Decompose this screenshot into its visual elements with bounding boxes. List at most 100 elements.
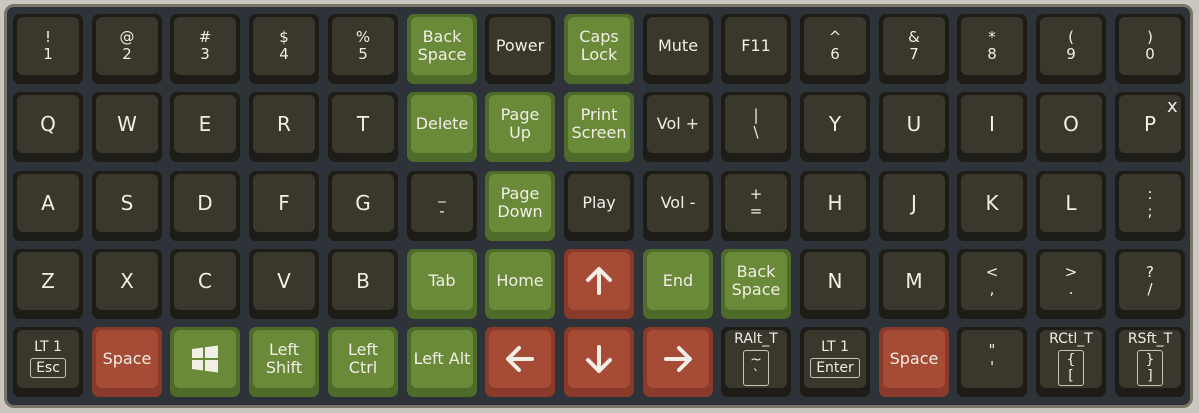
key-cap: Vol + — [647, 95, 709, 153]
key-a[interactable]: A — [13, 171, 83, 241]
key-label: * — [988, 28, 996, 47]
key-r2c9[interactable]: + = — [721, 171, 791, 241]
key-d[interactable]: D — [170, 171, 240, 241]
key-h[interactable]: H — [800, 171, 870, 241]
key-label: - — [439, 202, 445, 220]
key-space[interactable]: Space — [92, 327, 162, 397]
key-back-space[interactable]: Back Space — [721, 249, 791, 319]
key-cap: | \ — [725, 95, 787, 153]
key-arrow-up[interactable] — [564, 249, 634, 319]
key-k[interactable]: K — [957, 171, 1027, 241]
key-arrow-right[interactable] — [643, 327, 713, 397]
key-w[interactable]: W — [92, 92, 162, 162]
key-mute[interactable]: Mute — [643, 14, 713, 84]
key-label: ^ — [828, 28, 842, 47]
key-home[interactable]: Home — [485, 249, 555, 319]
key-left-alt[interactable]: Left Alt — [407, 327, 477, 397]
key-g[interactable]: G — [328, 171, 398, 241]
key-label: Shift — [265, 358, 303, 377]
key-caps-lock[interactable]: Caps Lock — [564, 14, 634, 84]
key-vol[interactable]: Vol - — [643, 171, 713, 241]
key-f11[interactable]: F11 — [721, 14, 791, 84]
key-r2c14[interactable]: :; — [1115, 171, 1185, 241]
key-cap: Y — [804, 95, 866, 153]
key-left-shift[interactable]: Left Shift — [249, 327, 319, 397]
key-cap: D — [174, 174, 236, 232]
key-j[interactable]: J — [879, 171, 949, 241]
key-power[interactable]: Power — [485, 14, 555, 84]
key-6[interactable]: ^ 6 — [800, 14, 870, 84]
key-label: Screen — [571, 123, 627, 142]
key-cap: B — [332, 252, 394, 310]
key-arrow-left[interactable] — [485, 327, 555, 397]
key-page-up[interactable]: Page Up — [485, 92, 555, 162]
key-9[interactable]: (9 — [1036, 14, 1106, 84]
key-back-space[interactable]: Back Space — [407, 14, 477, 84]
key-b[interactable]: B — [328, 249, 398, 319]
key-label: M — [905, 268, 923, 293]
key-8[interactable]: * 8 — [957, 14, 1027, 84]
key-ralt-t[interactable]: RAlt_T ~ ` — [721, 327, 791, 397]
key-label: Caps — [579, 27, 619, 47]
key-f[interactable]: F — [249, 171, 319, 241]
key-z[interactable]: Z — [13, 249, 83, 319]
key-cap — [568, 252, 630, 310]
key-s[interactable]: S — [92, 171, 162, 241]
key-lt-1-enter[interactable]: LT 1 Enter — [800, 327, 870, 397]
key-cap: Back Space — [725, 252, 787, 310]
key-label: Power — [495, 36, 545, 56]
key-7[interactable]: & 7 — [879, 14, 949, 84]
key-u[interactable]: U — [879, 92, 949, 162]
key-r1c9[interactable]: | \ — [721, 92, 791, 162]
key-4[interactable]: $4 — [249, 14, 319, 84]
key-arrow-down[interactable] — [564, 327, 634, 397]
key-label: 8 — [987, 45, 997, 63]
key-windows-logo[interactable] — [170, 327, 240, 397]
key-label: Vol + — [656, 114, 700, 134]
key-label: ? — [1146, 263, 1154, 282]
key-v[interactable]: V — [249, 249, 319, 319]
key-cap: Power — [489, 17, 551, 75]
key-label: O — [1063, 111, 1079, 136]
key-print-screen[interactable]: Print Screen — [564, 92, 634, 162]
key-n[interactable]: N — [800, 249, 870, 319]
key-left-ctrl[interactable]: Left Ctrl — [328, 327, 398, 397]
key-page-down[interactable]: Page Down — [485, 171, 555, 241]
key-m[interactable]: M — [879, 249, 949, 319]
key-o[interactable]: O — [1036, 92, 1106, 162]
key-vol[interactable]: Vol + — [643, 92, 713, 162]
key-cap: Z — [17, 252, 79, 310]
key-r3c14[interactable]: ? / — [1115, 249, 1185, 319]
key-1[interactable]: ! 1 — [13, 14, 83, 84]
key-r3c13[interactable]: >. — [1036, 249, 1106, 319]
key-r[interactable]: R — [249, 92, 319, 162]
close-button[interactable]: x — [1167, 96, 1178, 117]
key-5[interactable]: % 5 — [328, 14, 398, 84]
key-t[interactable]: T — [328, 92, 398, 162]
key-end[interactable]: End — [643, 249, 713, 319]
key-space[interactable]: Space — [879, 327, 949, 397]
key-lt-1-esc[interactable]: LT 1 Esc — [13, 327, 83, 397]
key-0[interactable]: ) 0 — [1115, 14, 1185, 84]
key-q[interactable]: Q — [13, 92, 83, 162]
key-r2c5[interactable]: _ - — [407, 171, 477, 241]
key-cap — [647, 330, 709, 388]
key-play[interactable]: Play — [564, 171, 634, 241]
key-label: ; — [1147, 202, 1153, 220]
key-rctl-t[interactable]: RCtl_T{[ — [1036, 327, 1106, 397]
key-3[interactable]: #3 — [170, 14, 240, 84]
key-r3c12[interactable]: <, — [957, 249, 1027, 319]
key-label: \ — [753, 123, 759, 141]
key-rsft-t[interactable]: RSft_T}] — [1115, 327, 1185, 397]
key-i[interactable]: I — [957, 92, 1027, 162]
key-c[interactable]: C — [170, 249, 240, 319]
key-2[interactable]: @2 — [92, 14, 162, 84]
key-r4c12[interactable]: " ' — [957, 327, 1027, 397]
key-delete[interactable]: Delete — [407, 92, 477, 162]
key-y[interactable]: Y — [800, 92, 870, 162]
key-cap: X — [96, 252, 158, 310]
key-tab[interactable]: Tab — [407, 249, 477, 319]
key-l[interactable]: L — [1036, 171, 1106, 241]
key-e[interactable]: E — [170, 92, 240, 162]
key-x[interactable]: X — [92, 249, 162, 319]
